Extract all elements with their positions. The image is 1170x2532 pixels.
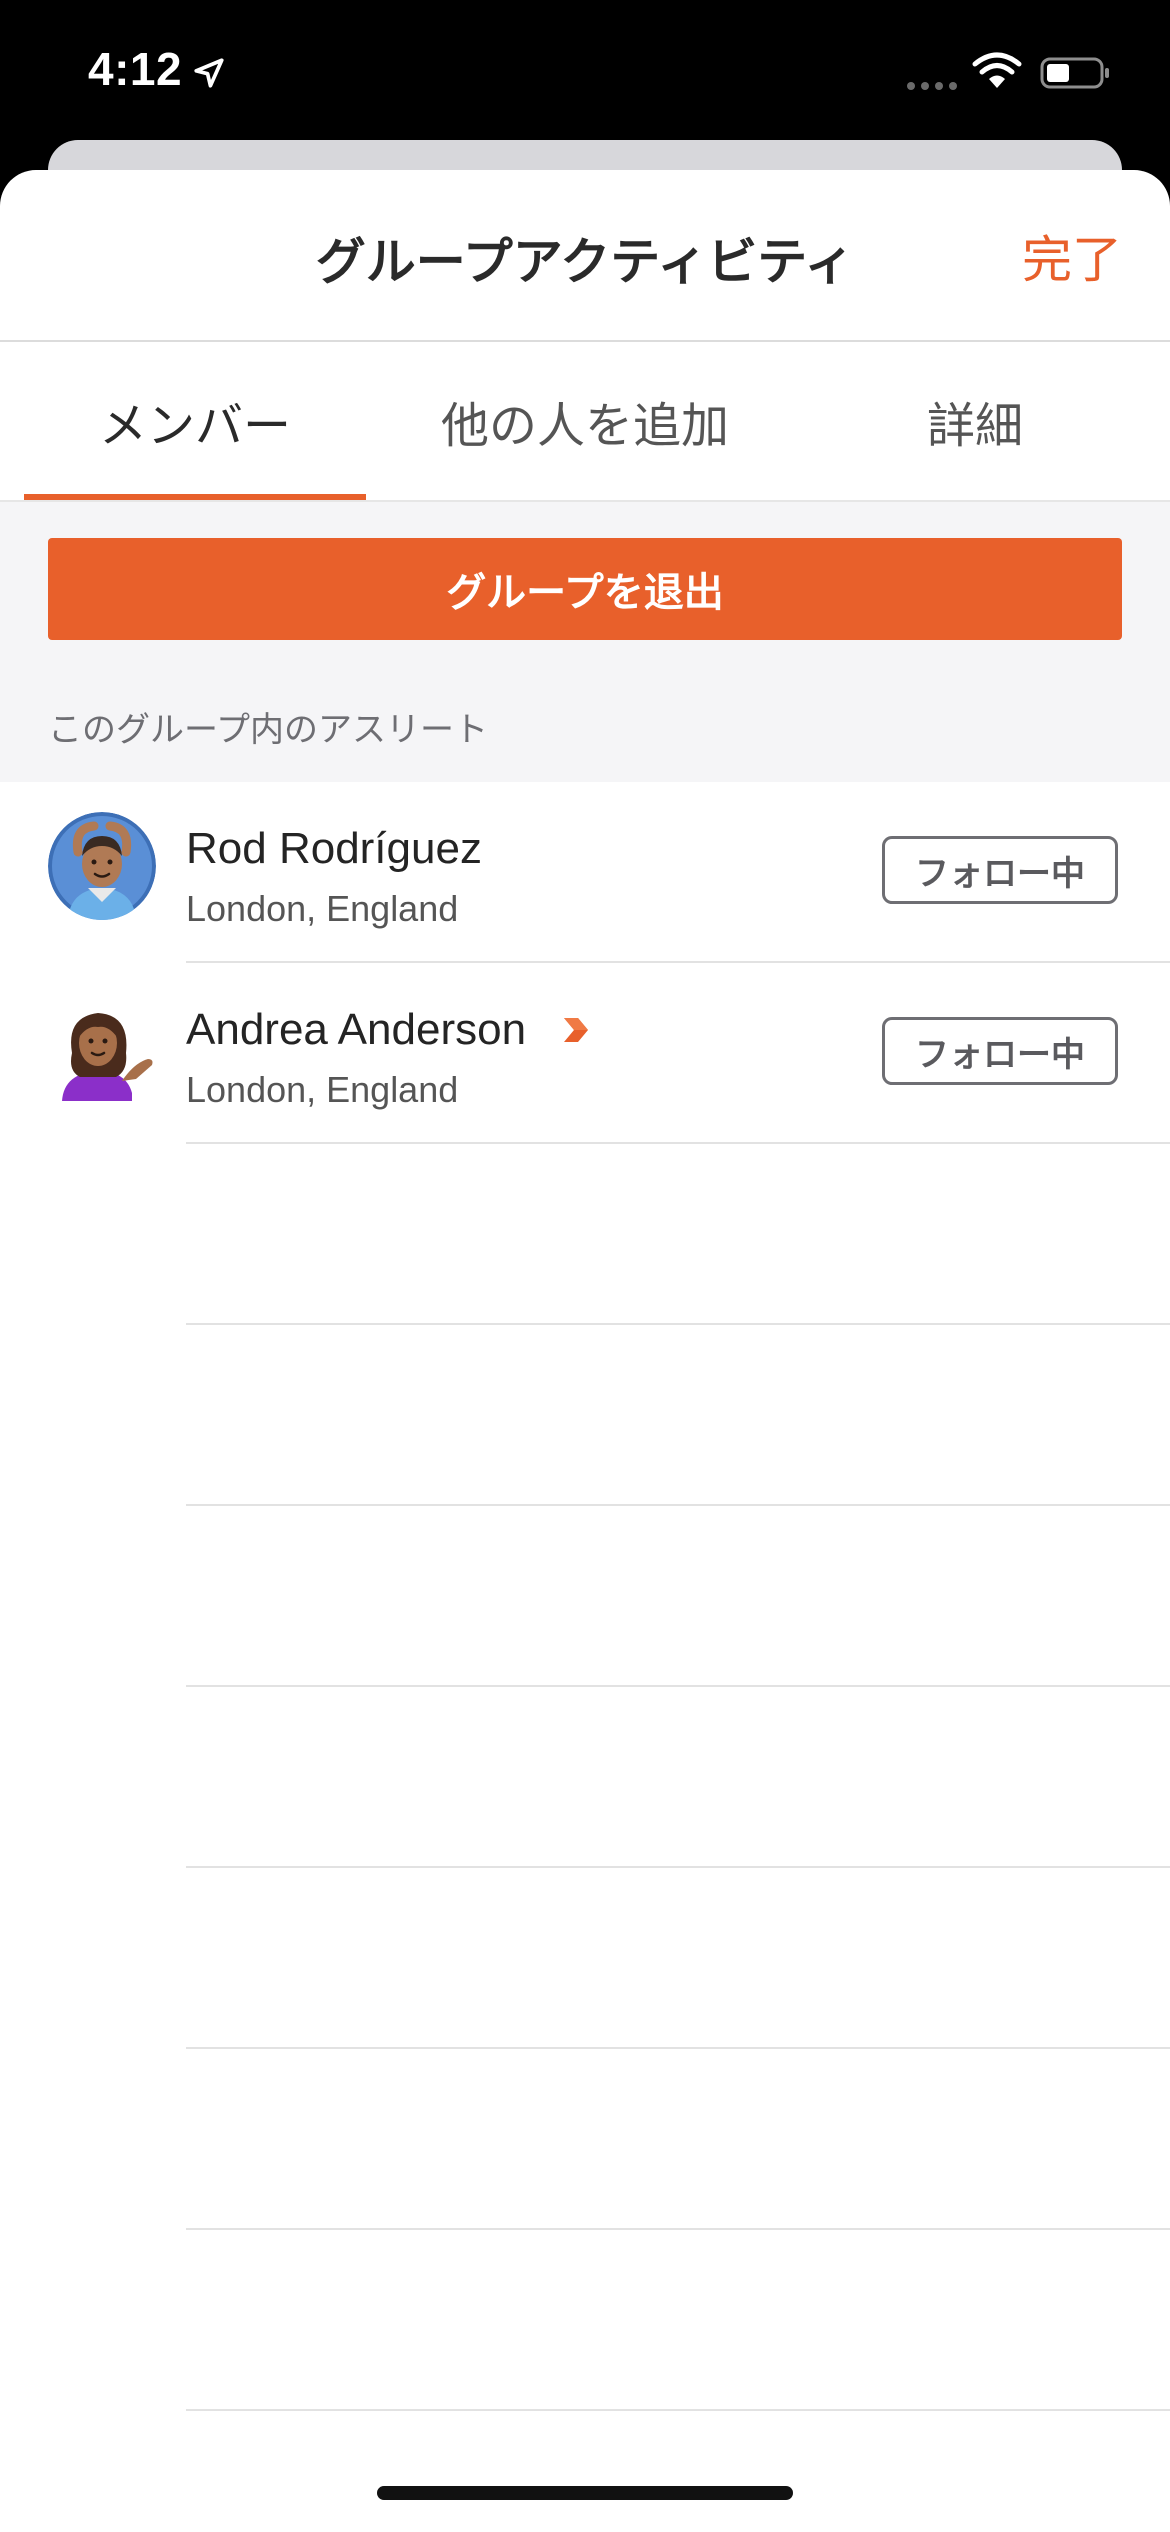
member-location: London, England bbox=[186, 888, 459, 929]
group-activity-sheet: グループアクティビティ 完了 メンバー 他の人を追加 詳細 グループを退出 この… bbox=[0, 170, 1170, 2532]
battery-icon bbox=[1040, 57, 1109, 89]
member-name-text: Andrea Anderson bbox=[186, 1005, 527, 1054]
empty-row bbox=[0, 1687, 1170, 1868]
leave-group-button[interactable]: グループを退出 bbox=[48, 538, 1122, 640]
following-button[interactable]: フォロー中 bbox=[882, 1017, 1118, 1085]
cellular-signal-icon bbox=[907, 82, 957, 90]
empty-row bbox=[0, 2230, 1170, 2411]
member-name[interactable]: Andrea Anderson bbox=[186, 1005, 592, 1055]
status-time: 4:12 bbox=[88, 43, 183, 95]
empty-row bbox=[0, 2049, 1170, 2230]
empty-row bbox=[0, 1868, 1170, 2049]
home-indicator[interactable] bbox=[377, 2486, 793, 2500]
tab-details[interactable]: 詳細 bbox=[780, 342, 1170, 500]
subscriber-badge-icon bbox=[564, 1018, 589, 1042]
member-row[interactable]: Rod Rodríguez London, England フォロー中 bbox=[0, 782, 1170, 963]
done-button[interactable]: 完了 bbox=[1022, 220, 1122, 292]
man-gesturing-ok-icon bbox=[48, 812, 156, 920]
member-list: Rod Rodríguez London, England フォロー中 Andr… bbox=[0, 782, 1170, 2411]
location-arrow-icon bbox=[194, 58, 224, 88]
member-name[interactable]: Rod Rodríguez bbox=[186, 824, 482, 874]
wifi-icon bbox=[972, 52, 1022, 88]
group-actions-section: グループを退出 このグループ内のアスリート bbox=[0, 500, 1170, 782]
tab-bar: メンバー 他の人を追加 詳細 bbox=[0, 342, 1170, 500]
row-divider bbox=[186, 2409, 1170, 2411]
status-bar: 4:12 bbox=[0, 0, 1170, 150]
tab-add-others[interactable]: 他の人を追加 bbox=[390, 342, 780, 500]
tab-members[interactable]: メンバー bbox=[0, 342, 390, 500]
nav-bar: グループアクティビティ 完了 bbox=[0, 170, 1170, 342]
woman-tipping-hand-icon bbox=[62, 1013, 153, 1101]
member-location: London, England bbox=[186, 1069, 459, 1110]
page-title: グループアクティビティ bbox=[315, 233, 855, 291]
member-row[interactable]: Andrea Anderson London, England フォロー中 bbox=[0, 963, 1170, 1144]
empty-row bbox=[0, 1325, 1170, 1506]
member-name-text: Rod Rodríguez bbox=[186, 824, 482, 873]
empty-row bbox=[0, 1506, 1170, 1687]
athletes-section-header: このグループ内のアスリート bbox=[48, 710, 488, 750]
following-button[interactable]: フォロー中 bbox=[882, 836, 1118, 904]
empty-row bbox=[0, 1144, 1170, 1325]
